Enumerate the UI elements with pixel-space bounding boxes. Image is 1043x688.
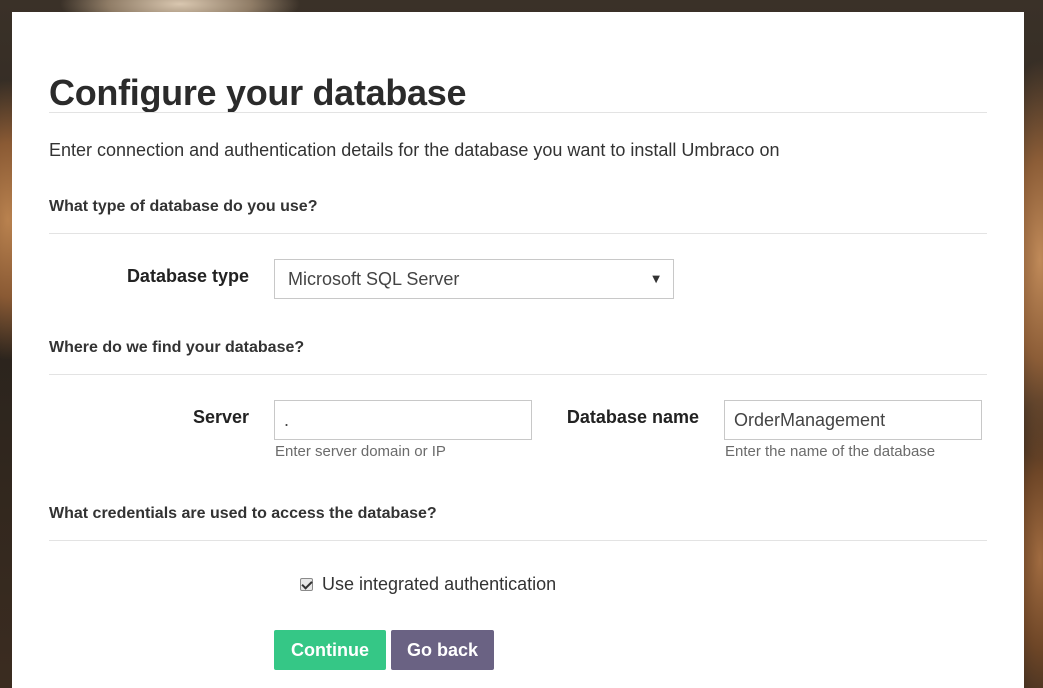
checkmark-icon [301, 578, 313, 590]
database-type-label: Database type [126, 266, 249, 286]
continue-button[interactable]: Continue [274, 630, 386, 670]
title-divider [49, 112, 987, 113]
database-name-input[interactable] [724, 400, 982, 440]
section-heading-type: What type of database do you use? [49, 198, 318, 215]
page-title: Configure your database [49, 72, 467, 113]
intro-text: Enter connection and authentication deta… [49, 140, 780, 160]
integrated-auth-checkbox[interactable] [300, 578, 313, 591]
section-divider [49, 233, 987, 234]
section-heading-credentials: What credentials are used to access the … [49, 505, 437, 522]
installer-panel: Configure your database Enter connection… [12, 12, 1024, 688]
database-type-value: Microsoft SQL Server [288, 268, 460, 289]
section-divider [49, 374, 987, 375]
database-type-select[interactable]: Microsoft SQL Server ▼ [274, 259, 674, 299]
server-input[interactable] [274, 400, 532, 440]
server-label: Server [192, 407, 249, 427]
server-help-text: Enter server domain or IP [275, 443, 446, 460]
section-heading-location: Where do we find your database? [49, 339, 305, 356]
dropdown-caret-icon: ▼ [652, 273, 660, 285]
integrated-auth-option[interactable]: Use integrated authentication [300, 574, 556, 595]
integrated-auth-label: Use integrated authentication [322, 574, 557, 594]
database-name-help-text: Enter the name of the database [725, 443, 936, 460]
database-name-label: Database name [566, 407, 699, 427]
go-back-button[interactable]: Go back [391, 630, 494, 670]
section-divider [49, 540, 987, 541]
